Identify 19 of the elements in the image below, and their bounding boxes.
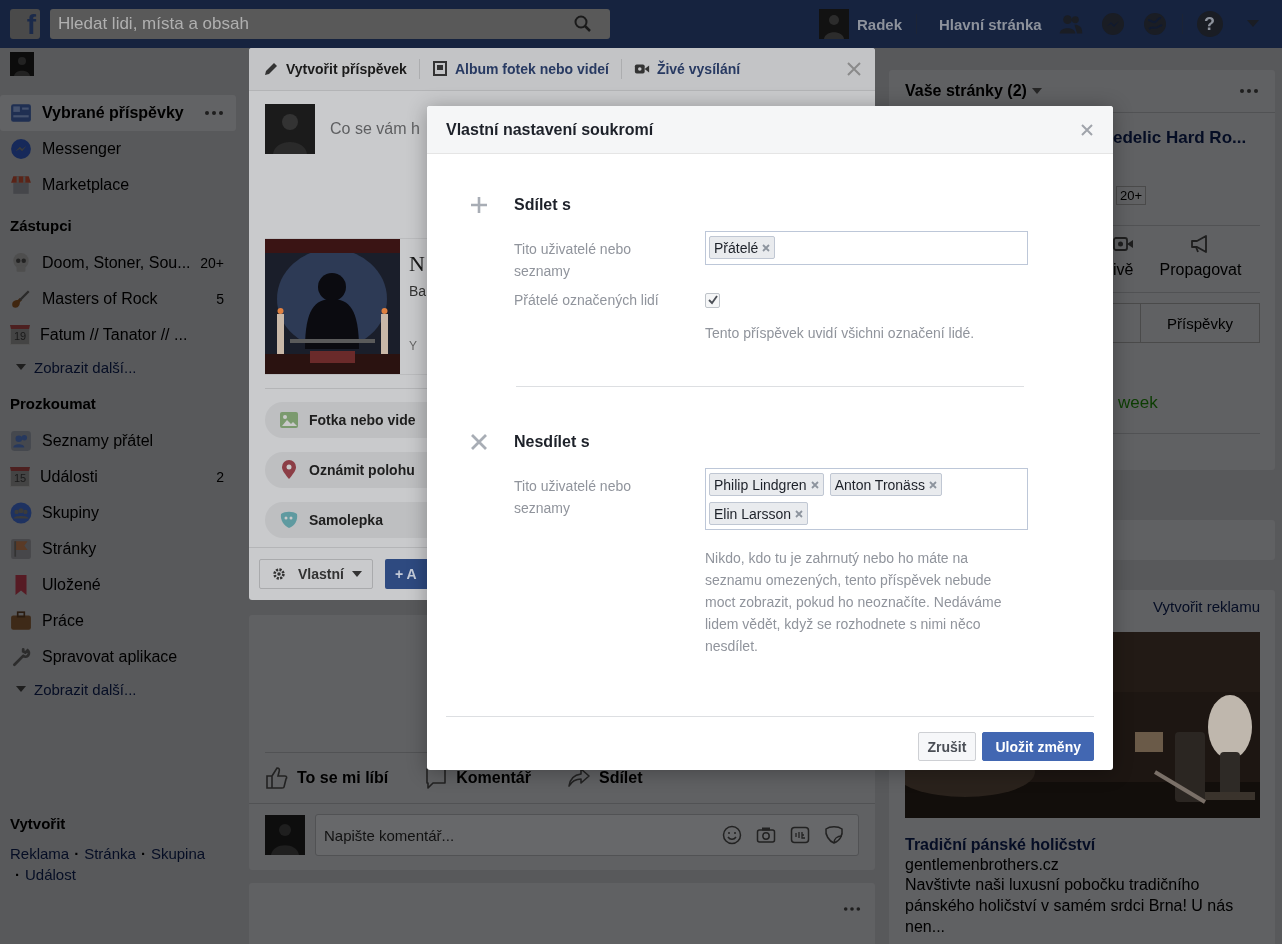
dialog-title: Vlastní nastavení soukromí bbox=[446, 120, 654, 139]
separator: · bbox=[74, 844, 80, 864]
shared-source: Y bbox=[409, 339, 418, 353]
shared-title: N bbox=[409, 251, 426, 277]
ad-description: Navštivte naši luxusní pobočku tradičního pánského holičství v samém srdci Brna! U nás nen... bbox=[905, 875, 1235, 937]
ad-url: gentlemenbrothers.cz bbox=[905, 856, 1060, 874]
shared-subtitle: Ba bbox=[409, 283, 427, 299]
hint-text: Tento příspěvek uvidí všichni označení lidé. bbox=[705, 324, 976, 343]
notification-badge: 20+ bbox=[1116, 186, 1147, 205]
hint-text: Nikdo, kdo tu je zahrnutý nebo ho máte na seznamu omezených, tento příspěvek nebude moct zobrazit, pokud ho neoznačíte. Nedáváme lidem vědět, když se rozhodnete s nimi něco nesdílet. bbox=[705, 549, 1003, 656]
trend-text: week bbox=[1117, 393, 1159, 413]
section-title: Zástupci bbox=[9, 216, 73, 236]
section-title: Vytvořit bbox=[9, 814, 67, 834]
separator: · bbox=[15, 865, 20, 885]
section-heading: Sdílet s bbox=[514, 196, 571, 214]
section-title: Prozkoumat bbox=[9, 394, 97, 414]
separator: · bbox=[140, 844, 146, 864]
field-label: Tito uživatelé nebo seznamy bbox=[514, 240, 632, 281]
option-label: Přátelé označených lidí bbox=[514, 291, 660, 310]
